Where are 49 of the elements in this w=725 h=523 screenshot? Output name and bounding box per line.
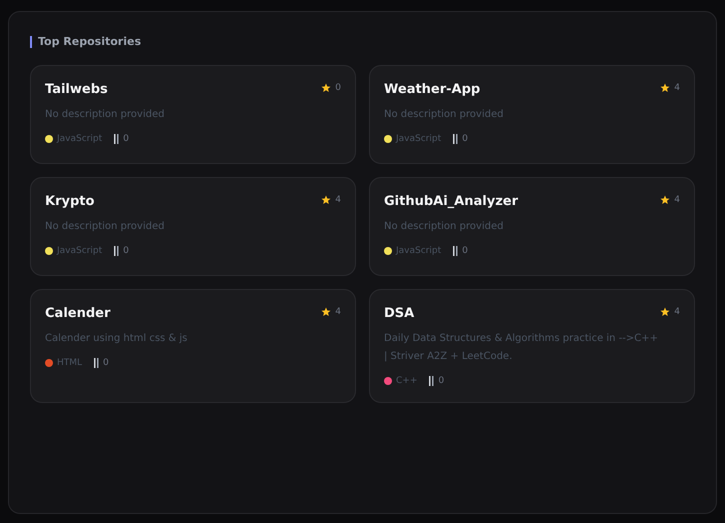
repository-name: Weather-App bbox=[384, 80, 480, 98]
repository-description: No description provided bbox=[45, 220, 166, 234]
repository-card[interactable]: Tailwebs 0 No description provided JavaScript 0 bbox=[30, 64, 356, 164]
repository-name: Calender bbox=[45, 304, 110, 322]
star-icon bbox=[321, 83, 332, 94]
fork-icon bbox=[453, 246, 458, 256]
fork-count: 0 bbox=[103, 356, 109, 370]
repository-description: No description provided bbox=[384, 220, 504, 234]
star-count: 4 bbox=[335, 306, 341, 318]
star-icon bbox=[321, 195, 332, 206]
repository-name: Tailwebs bbox=[45, 80, 108, 98]
star-count: 0 bbox=[335, 82, 341, 94]
repository-description: No description provided bbox=[45, 108, 166, 122]
fork-count: 0 bbox=[462, 132, 468, 146]
star-count: 4 bbox=[674, 82, 680, 94]
repository-description: Daily Data Structures & Algorithms practice in -->C++ | Striver A2Z + LeetCode. bbox=[384, 332, 660, 364]
repository-card[interactable]: Krypto 4 No description provided JavaScript 0 bbox=[30, 176, 356, 276]
repository-card[interactable]: GithubAi_Analyzer 4 No description provided JavaScript 0 bbox=[369, 176, 695, 276]
repository-name: GithubAi_Analyzer bbox=[384, 192, 518, 210]
section-title: Top Repositories bbox=[38, 34, 142, 50]
star-count: 4 bbox=[335, 194, 341, 206]
star-icon bbox=[660, 195, 670, 206]
repository-card[interactable]: Weather-App 4 No description provided JavaScript 0 bbox=[369, 64, 695, 164]
language-label: HTML bbox=[57, 356, 82, 370]
star-count: 4 bbox=[674, 194, 680, 206]
repository-description: No description provided bbox=[384, 108, 504, 122]
language-label: JavaScript bbox=[396, 132, 442, 146]
star-icon bbox=[660, 83, 670, 94]
fork-icon bbox=[429, 376, 434, 386]
language-label: JavaScript bbox=[57, 132, 102, 146]
star-icon bbox=[321, 307, 332, 318]
fork-count: 0 bbox=[462, 244, 468, 258]
star-icon bbox=[660, 307, 670, 318]
language-label: C++ bbox=[396, 374, 418, 388]
fork-icon bbox=[114, 134, 120, 144]
fork-count: 0 bbox=[123, 132, 129, 146]
fork-icon bbox=[114, 246, 120, 256]
repository-description: Calender using html css & js bbox=[45, 332, 188, 346]
fork-icon bbox=[94, 358, 100, 368]
repository-name: DSA bbox=[384, 304, 414, 322]
repository-card[interactable]: DSA 4 Daily Data Structures & Algorithms practice in -->C++ | Striver A2Z + LeetCode. C++ 0 bbox=[369, 288, 695, 403]
fork-count: 0 bbox=[123, 244, 129, 258]
fork-count: 0 bbox=[438, 374, 444, 388]
language-label: JavaScript bbox=[57, 244, 102, 258]
language-label: JavaScript bbox=[396, 244, 442, 258]
repository-name: Krypto bbox=[45, 192, 94, 210]
fork-icon bbox=[453, 134, 458, 144]
repository-card[interactable]: Calender 4 Calender using html css & js HTML 0 bbox=[30, 288, 356, 403]
star-count: 4 bbox=[674, 306, 680, 318]
